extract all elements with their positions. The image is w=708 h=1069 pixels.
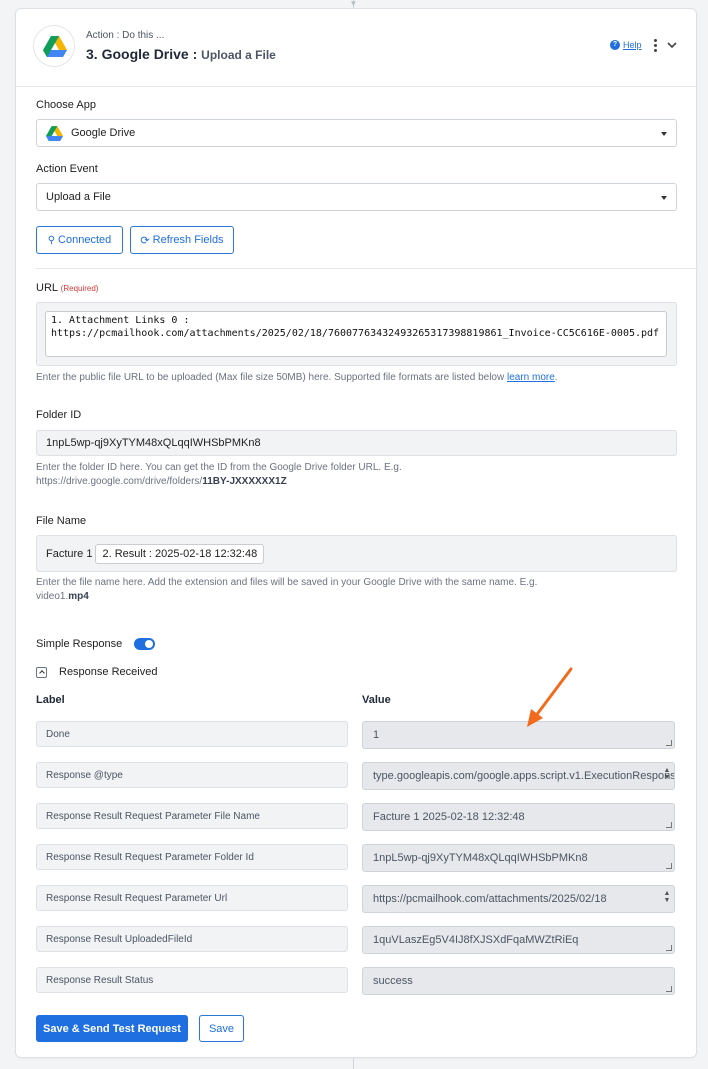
help-icon: ? (610, 40, 620, 50)
file-name-token[interactable]: 2. Result : 2025-02-18 12:32:48 (95, 543, 265, 564)
flow-connector-bottom (353, 1058, 354, 1069)
url-help-text: Enter the public file URL to be uploaded… (36, 371, 686, 385)
kebab-menu-icon[interactable] (652, 39, 658, 53)
step-app-name: Google Drive : (101, 46, 198, 62)
caret-down-icon (661, 196, 667, 200)
response-value-text: 1 (373, 729, 380, 741)
file-name-help-text: Enter the file name here. Add the extens… (36, 576, 686, 604)
simple-response-label: Simple Response (36, 638, 123, 650)
response-value-cell[interactable]: type.googleapis.com/google.apps.script.v… (362, 762, 675, 790)
response-value-text: type.googleapis.com/google.apps.script.v… (373, 770, 675, 782)
help-label: Help (623, 40, 642, 50)
folder-help-url: https://drive.google.com/drive/folders/ (36, 476, 203, 487)
step-number: 3. (86, 46, 98, 62)
response-value-cell[interactable]: success (362, 967, 675, 995)
step-event-name: Upload a File (201, 48, 276, 62)
resize-grip-icon[interactable] (666, 986, 672, 992)
refresh-fields-label: Refresh Fields (152, 234, 224, 246)
file-help-example-name: video1. (36, 591, 69, 602)
required-marker: (Required) (60, 284, 99, 293)
action-event-label: Action Event (36, 163, 98, 175)
response-label-cell: Done (36, 721, 348, 747)
save-button[interactable]: Save (199, 1015, 244, 1042)
chevron-down-icon[interactable] (666, 40, 678, 50)
url-input[interactable]: 1. Attachment Links 0 : https://pcmailho… (45, 311, 667, 357)
section-divider (36, 268, 697, 269)
url-field-shell: 1. Attachment Links 0 : https://pcmailho… (36, 302, 677, 366)
action-event-value: Upload a File (46, 191, 111, 203)
flow-connector-arrow-icon: ▼ (349, 0, 358, 8)
response-value-text: 1quVLaszEg5V4IJ8fXJSXdFqaMWZtRiEq (373, 934, 579, 946)
save-and-send-test-button[interactable]: Save & Send Test Request (36, 1015, 188, 1042)
choose-app-value: Google Drive (71, 127, 136, 139)
response-label-cell: Response Result Request Parameter File N… (36, 803, 348, 829)
response-value-cell[interactable]: Facture 1 2025-02-18 12:32:48 (362, 803, 675, 831)
file-name-input[interactable]: Facture 1 2. Result : 2025-02-18 12:32:4… (36, 535, 677, 572)
caret-down-icon (661, 132, 667, 136)
response-received-label: Response Received (59, 666, 158, 678)
url-help-suffix: . (554, 372, 558, 383)
url-label-text: URL (36, 282, 58, 294)
help-link[interactable]: ? Help (610, 40, 642, 50)
spinner-arrows-icon[interactable]: ▲ ▼ (663, 890, 671, 906)
response-label-cell: Response Result Status (36, 967, 348, 993)
simple-response-toggle[interactable] (134, 638, 155, 650)
folder-id-label: Folder ID (36, 409, 82, 421)
refresh-icon: ⟳ (140, 234, 150, 247)
collapse-response-icon[interactable] (36, 667, 47, 678)
response-value-cell[interactable]: 1npL5wp-qj9XyTYM48xQLqqIWHSbPMKn8 (362, 844, 675, 872)
step-header[interactable]: Action : Do this ... 3. Google Drive : U… (16, 9, 696, 87)
response-value-text: https://pcmailhook.com/attachments/2025/… (373, 893, 607, 905)
connected-button[interactable]: ⚲ Connected (36, 226, 123, 254)
column-header-value: Value (362, 694, 391, 706)
google-drive-icon (43, 36, 67, 57)
annotation-arrow-icon (527, 667, 573, 727)
folder-id-input[interactable]: 1npL5wp-qj9XyTYM48xQLqqIWHSbPMKn8 (36, 430, 677, 456)
response-value-cell[interactable]: 1quVLaszEg5V4IJ8fXJSXdFqaMWZtRiEq (362, 926, 675, 954)
file-help-example: video1.mp4 (36, 590, 686, 604)
resize-grip-icon[interactable] (666, 863, 672, 869)
file-name-static-text: Facture 1 (46, 547, 93, 560)
folder-help-example: https://drive.google.com/drive/folders/1… (36, 475, 686, 489)
response-label-cell: Response @type (36, 762, 348, 788)
step-title: 3. Google Drive : Upload a File (86, 46, 276, 62)
response-value-cell[interactable]: 1 (362, 721, 675, 749)
response-label-cell: Response Result Request Parameter Url (36, 885, 348, 911)
file-name-label: File Name (36, 515, 87, 527)
response-value-text: 1npL5wp-qj9XyTYM48xQLqqIWHSbPMKn8 (373, 852, 588, 864)
resize-grip-icon[interactable] (666, 822, 672, 828)
folder-id-help-text: Enter the folder ID here. You can get th… (36, 461, 686, 489)
column-header-label: Label (36, 694, 65, 706)
spinner-arrows-icon[interactable]: ▲ ▼ (663, 767, 671, 783)
resize-grip-icon[interactable] (666, 945, 672, 951)
google-drive-logo (33, 25, 75, 67)
response-value-cell[interactable]: https://pcmailhook.com/attachments/2025/… (362, 885, 675, 913)
response-label-cell: Response Result UploadedFileId (36, 926, 348, 952)
url-help-prefix: Enter the public file URL to be uploaded… (36, 372, 507, 383)
action-step-card: Action : Do this ... 3. Google Drive : U… (15, 8, 697, 1058)
connected-button-label: Connected (58, 234, 112, 246)
step-kicker: Action : Do this ... (86, 30, 165, 41)
response-label-cell: Response Result Request Parameter Folder… (36, 844, 348, 870)
learn-more-link[interactable]: learn more (507, 372, 555, 383)
action-event-select[interactable]: Upload a File (36, 183, 677, 211)
file-help-prefix: Enter the file name here. Add the extens… (36, 577, 538, 588)
response-value-text: success (373, 975, 413, 987)
google-drive-icon (46, 125, 63, 141)
choose-app-select[interactable]: Google Drive (36, 119, 677, 147)
folder-help-prefix: Enter the folder ID here. You can get th… (36, 462, 402, 473)
file-help-bold: mp4 (68, 591, 89, 602)
resize-grip-icon[interactable] (666, 740, 672, 746)
plug-icon: ⚲ (47, 234, 56, 246)
url-field-label: URL (Required) (36, 282, 98, 294)
folder-help-bold: 11BY-JXXXXXX1Z (202, 476, 287, 487)
response-value-text: Facture 1 2025-02-18 12:32:48 (373, 811, 525, 823)
choose-app-label: Choose App (36, 99, 96, 111)
refresh-fields-button[interactable]: ⟳ Refresh Fields (130, 226, 234, 254)
